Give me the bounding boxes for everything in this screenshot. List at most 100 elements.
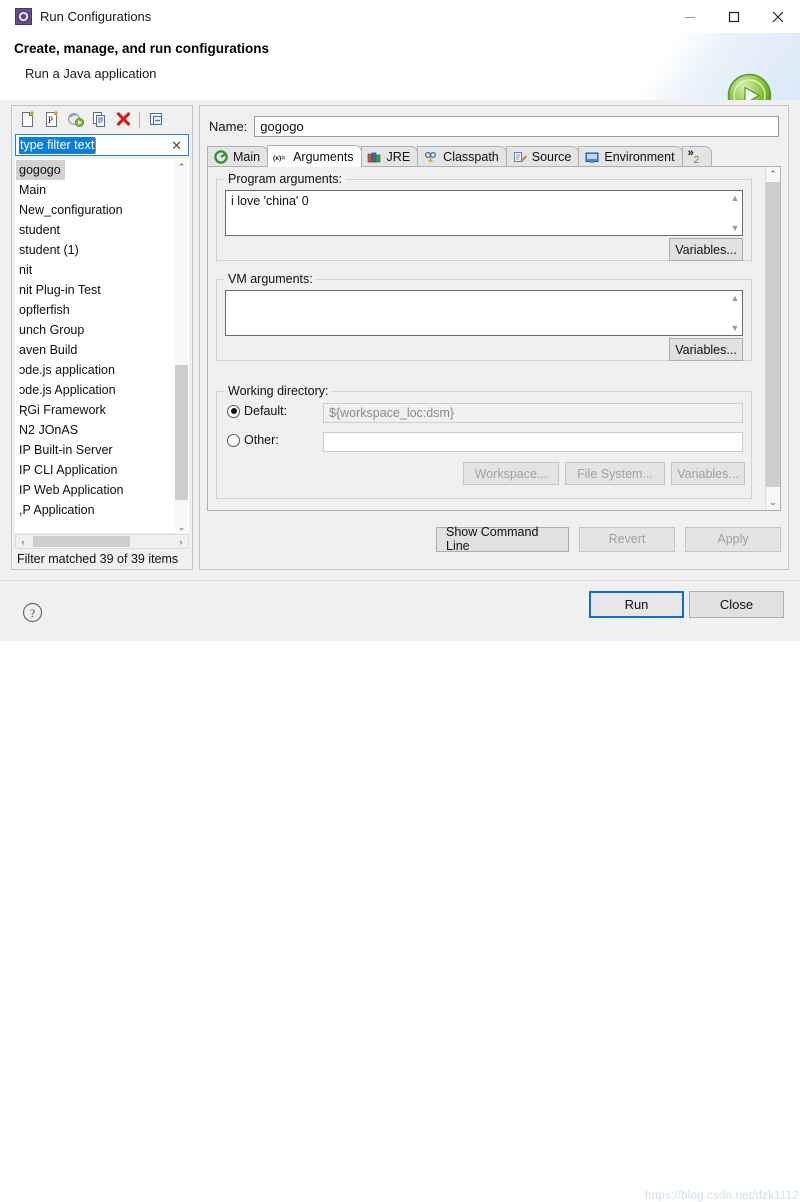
new-prototype-icon[interactable]: P [39, 109, 63, 131]
jre-tab-icon [367, 150, 383, 164]
list-item[interactable]: nit [16, 260, 176, 280]
list-item[interactable]: opflerfish [16, 300, 176, 320]
list-item[interactable]: ɔde.js application [16, 360, 176, 380]
list-item[interactable]: IP Web Application [16, 480, 176, 500]
tab-classpath[interactable]: Classpath [417, 146, 507, 167]
working-directory-default-input: ${workspace_loc:dsm} [323, 403, 743, 423]
list-item[interactable]: ƦGi Framework [16, 400, 176, 420]
working-directory-variables-button[interactable]: Variables... [671, 462, 745, 485]
radio-selected-icon [227, 404, 240, 418]
file-system-button[interactable]: File System... [565, 462, 665, 485]
tab-overflow-count: 2 [693, 155, 700, 166]
tab-main[interactable]: Main [207, 146, 269, 167]
scroll-down-icon[interactable]: ▼ [731, 223, 740, 233]
vm-arguments-input[interactable]: ▲ ▼ [225, 290, 743, 336]
scroll-up-icon[interactable]: ▲ [731, 293, 740, 303]
list-item[interactable]: student [16, 220, 176, 240]
scrollbar-thumb[interactable] [33, 536, 130, 547]
working-directory-group: Working directory: Default: ${workspace_… [216, 384, 752, 499]
environment-tab-icon [584, 150, 600, 164]
list-item[interactable]: gogogo [16, 160, 65, 180]
tab-label: JRE [386, 150, 411, 164]
tab-environment[interactable]: Environment [578, 146, 683, 167]
workspace-button[interactable]: Workspace... [463, 462, 559, 485]
scroll-up-icon[interactable]: ▲ [731, 193, 740, 203]
scroll-right-icon[interactable]: › [174, 535, 188, 548]
run-configurations-icon [14, 8, 32, 26]
list-item[interactable]: New_configuration [16, 200, 176, 220]
vm-arguments-variables-button[interactable]: Variables... [669, 338, 743, 361]
program-arguments-input[interactable]: i love 'china' 0 ▲ ▼ [225, 190, 743, 236]
list-item[interactable]: ,P Application [16, 500, 176, 520]
close-button[interactable] [756, 0, 800, 33]
radio-unselected-icon [227, 433, 240, 447]
new-configuration-icon[interactable] [15, 109, 39, 131]
list-item[interactable]: aven Build [16, 340, 176, 360]
svg-text:P: P [48, 115, 53, 125]
list-item[interactable]: N2 JOnAS [16, 420, 176, 440]
configurations-panel: P type filter text ✕ gogogo Main New_con… [11, 105, 193, 570]
filter-input[interactable]: type filter text ✕ [15, 134, 189, 156]
working-directory-other-radio[interactable]: Other: [227, 433, 279, 447]
list-item[interactable]: Main [16, 180, 176, 200]
list-horizontal-scrollbar[interactable]: ‹ › [15, 534, 189, 549]
tab-source[interactable]: Source [505, 146, 580, 167]
show-command-line-button[interactable]: Show Command Line [436, 525, 569, 553]
tab-content-scrollbar[interactable]: ⌃ ⌄ [765, 167, 780, 510]
revert-button[interactable]: Revert [579, 526, 675, 552]
text-caret [95, 137, 97, 153]
svg-text:(x)=: (x)= [273, 154, 285, 161]
textarea-scrollbar[interactable]: ▲ ▼ [728, 191, 742, 235]
list-item[interactable]: student (1) [16, 240, 176, 260]
scroll-left-icon[interactable]: ‹ [16, 535, 30, 548]
list-item[interactable]: IP CLI Application [16, 460, 176, 480]
working-directory-label: Working directory: [224, 384, 333, 398]
maximize-button[interactable] [712, 0, 756, 33]
list-item[interactable]: unch Group [16, 320, 176, 340]
radio-label: Other: [244, 433, 279, 447]
delete-configuration-icon[interactable] [111, 109, 135, 131]
help-question-icon[interactable]: ? [22, 602, 43, 623]
configurations-toolbar: P [12, 106, 192, 133]
arguments-tab-icon: (x)= [273, 150, 289, 164]
scrollbar-thumb[interactable] [766, 182, 780, 487]
list-item[interactable]: nit Plug-in Test [16, 280, 176, 300]
tab-label: Main [233, 150, 261, 164]
list-item[interactable]: IP Built-in Server [16, 440, 176, 460]
export-configuration-icon[interactable] [63, 109, 87, 131]
clear-filter-icon[interactable]: ✕ [171, 139, 182, 152]
scroll-up-icon[interactable]: ⌃ [175, 160, 188, 174]
textarea-scrollbar[interactable]: ▲ ▼ [728, 291, 742, 335]
scroll-up-icon[interactable]: ⌃ [766, 167, 780, 182]
tab-overflow-button[interactable]: » 2 [681, 146, 712, 167]
minimize-button[interactable] [668, 0, 712, 33]
configurations-list[interactable]: gogogo Main New_configuration student st… [15, 159, 189, 533]
list-item[interactable]: ɔde.js Application [16, 380, 176, 400]
working-directory-other-input[interactable] [323, 432, 743, 452]
apply-button[interactable]: Apply [685, 526, 781, 552]
list-vertical-scrollbar[interactable]: ⌃ ⌄ [175, 160, 188, 532]
green-run-play-icon [726, 72, 773, 100]
close-button[interactable]: Close [689, 591, 784, 618]
duplicate-configuration-icon[interactable] [87, 109, 111, 131]
working-directory-default-radio[interactable]: Default: [227, 404, 287, 418]
filter-status-text: Filter matched 39 of 39 items [17, 552, 179, 566]
arguments-tab-content: Program arguments: i love 'china' 0 ▲ ▼ … [207, 166, 781, 511]
collapse-all-icon[interactable] [144, 109, 168, 131]
scroll-down-icon[interactable]: ⌄ [175, 520, 188, 532]
run-configurations-dialog: Run Configurations Create, manage, and r… [0, 0, 800, 1202]
scroll-down-icon[interactable]: ▼ [731, 323, 740, 333]
tab-jre[interactable]: JRE [360, 146, 419, 167]
tab-label: Source [531, 150, 572, 164]
vm-arguments-label: VM arguments: [224, 272, 317, 286]
run-button[interactable]: Run [589, 591, 684, 618]
tab-arguments[interactable]: (x)= Arguments [267, 145, 362, 167]
name-input[interactable]: gogogo [254, 115, 779, 137]
scrollbar-thumb[interactable] [175, 365, 188, 500]
program-arguments-group: Program arguments: i love 'china' 0 ▲ ▼ … [216, 172, 752, 261]
tab-bar: Main (x)= Arguments JRE Classpath Source… [207, 145, 781, 167]
tab-label: Arguments [293, 149, 354, 164]
window-title: Run Configurations [40, 9, 152, 24]
scroll-down-icon[interactable]: ⌄ [766, 495, 780, 510]
program-arguments-variables-button[interactable]: Variables... [669, 238, 743, 261]
